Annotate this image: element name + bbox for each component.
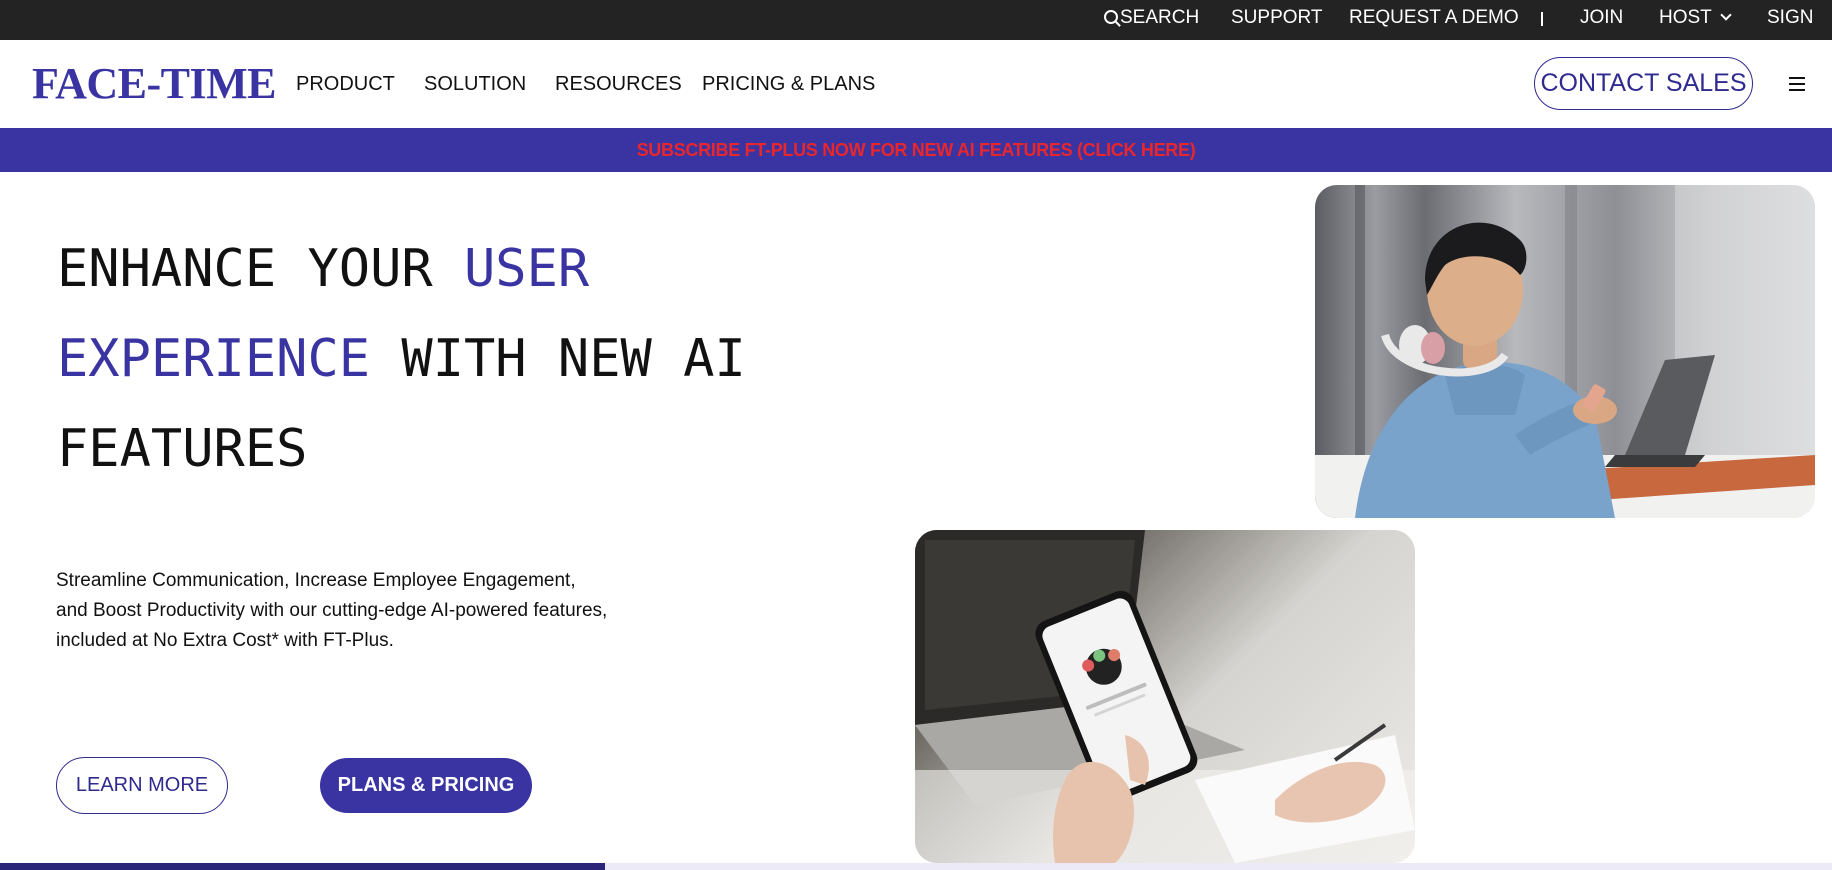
request-demo-link[interactable]: REQUEST A DEMO (1349, 0, 1519, 40)
logo[interactable]: FACE-TIME (32, 59, 277, 109)
utility-bar: SEARCH SUPPORT REQUEST A DEMO JOIN HOST … (0, 0, 1832, 40)
hero-title-text: WITH NEW AI (370, 329, 746, 389)
divider (1541, 12, 1543, 26)
hero-title-accent: USER (464, 239, 590, 299)
promo-banner[interactable]: SUBSCRIBE FT-PLUS NOW FOR NEW AI FEATURE… (0, 128, 1832, 172)
nav-product[interactable]: PRODUCT (296, 70, 395, 98)
hero-title-text: FEATURES (57, 419, 308, 479)
hero-photo-man-laptop (1315, 185, 1815, 518)
nav-solution[interactable]: SOLUTION (424, 70, 526, 98)
plans-pricing-button[interactable]: PLANS & PRICING (320, 758, 532, 813)
join-link[interactable]: JOIN (1580, 0, 1623, 40)
contact-sales-button[interactable]: CONTACT SALES (1534, 57, 1753, 110)
hero-subtitle-line: and Boost Productivity with our cutting-… (56, 600, 608, 621)
chevron-down-icon (1720, 9, 1732, 21)
hero-subtitle: Streamline Communication, Increase Emplo… (56, 566, 756, 656)
sign-link[interactable]: SIGN (1767, 0, 1813, 40)
support-link[interactable]: SUPPORT (1231, 0, 1323, 40)
learn-more-button[interactable]: LEARN MORE (56, 757, 228, 814)
search-icon (1104, 10, 1118, 24)
nav-resources[interactable]: RESOURCES (555, 70, 682, 98)
promo-banner-text: SUBSCRIBE FT-PLUS NOW FOR NEW AI FEATURE… (636, 140, 1196, 160)
hero-title-text: ENHANCE YOUR (57, 239, 464, 299)
hero-subtitle-line: included at No Extra Cost* with FT-Plus. (56, 630, 394, 651)
hero-subtitle-line: Streamline Communication, Increase Emplo… (56, 570, 576, 591)
host-dropdown[interactable]: HOST (1659, 0, 1732, 40)
progress-fill (0, 863, 605, 870)
search-link[interactable]: SEARCH (1104, 0, 1199, 40)
hero-title-accent: EXPERIENCE (57, 329, 371, 389)
hero-photo-phone-hands (915, 530, 1415, 863)
photo-illustration (1315, 185, 1815, 518)
photo-illustration (915, 530, 1415, 863)
nav-pricing-plans[interactable]: PRICING & PLANS (702, 70, 875, 98)
menu-icon[interactable] (1789, 77, 1805, 91)
search-label: SEARCH (1120, 7, 1200, 28)
host-label: HOST (1659, 7, 1712, 28)
hero-title: ENHANCE YOUR USER EXPERIENCE WITH NEW AI… (57, 224, 877, 494)
